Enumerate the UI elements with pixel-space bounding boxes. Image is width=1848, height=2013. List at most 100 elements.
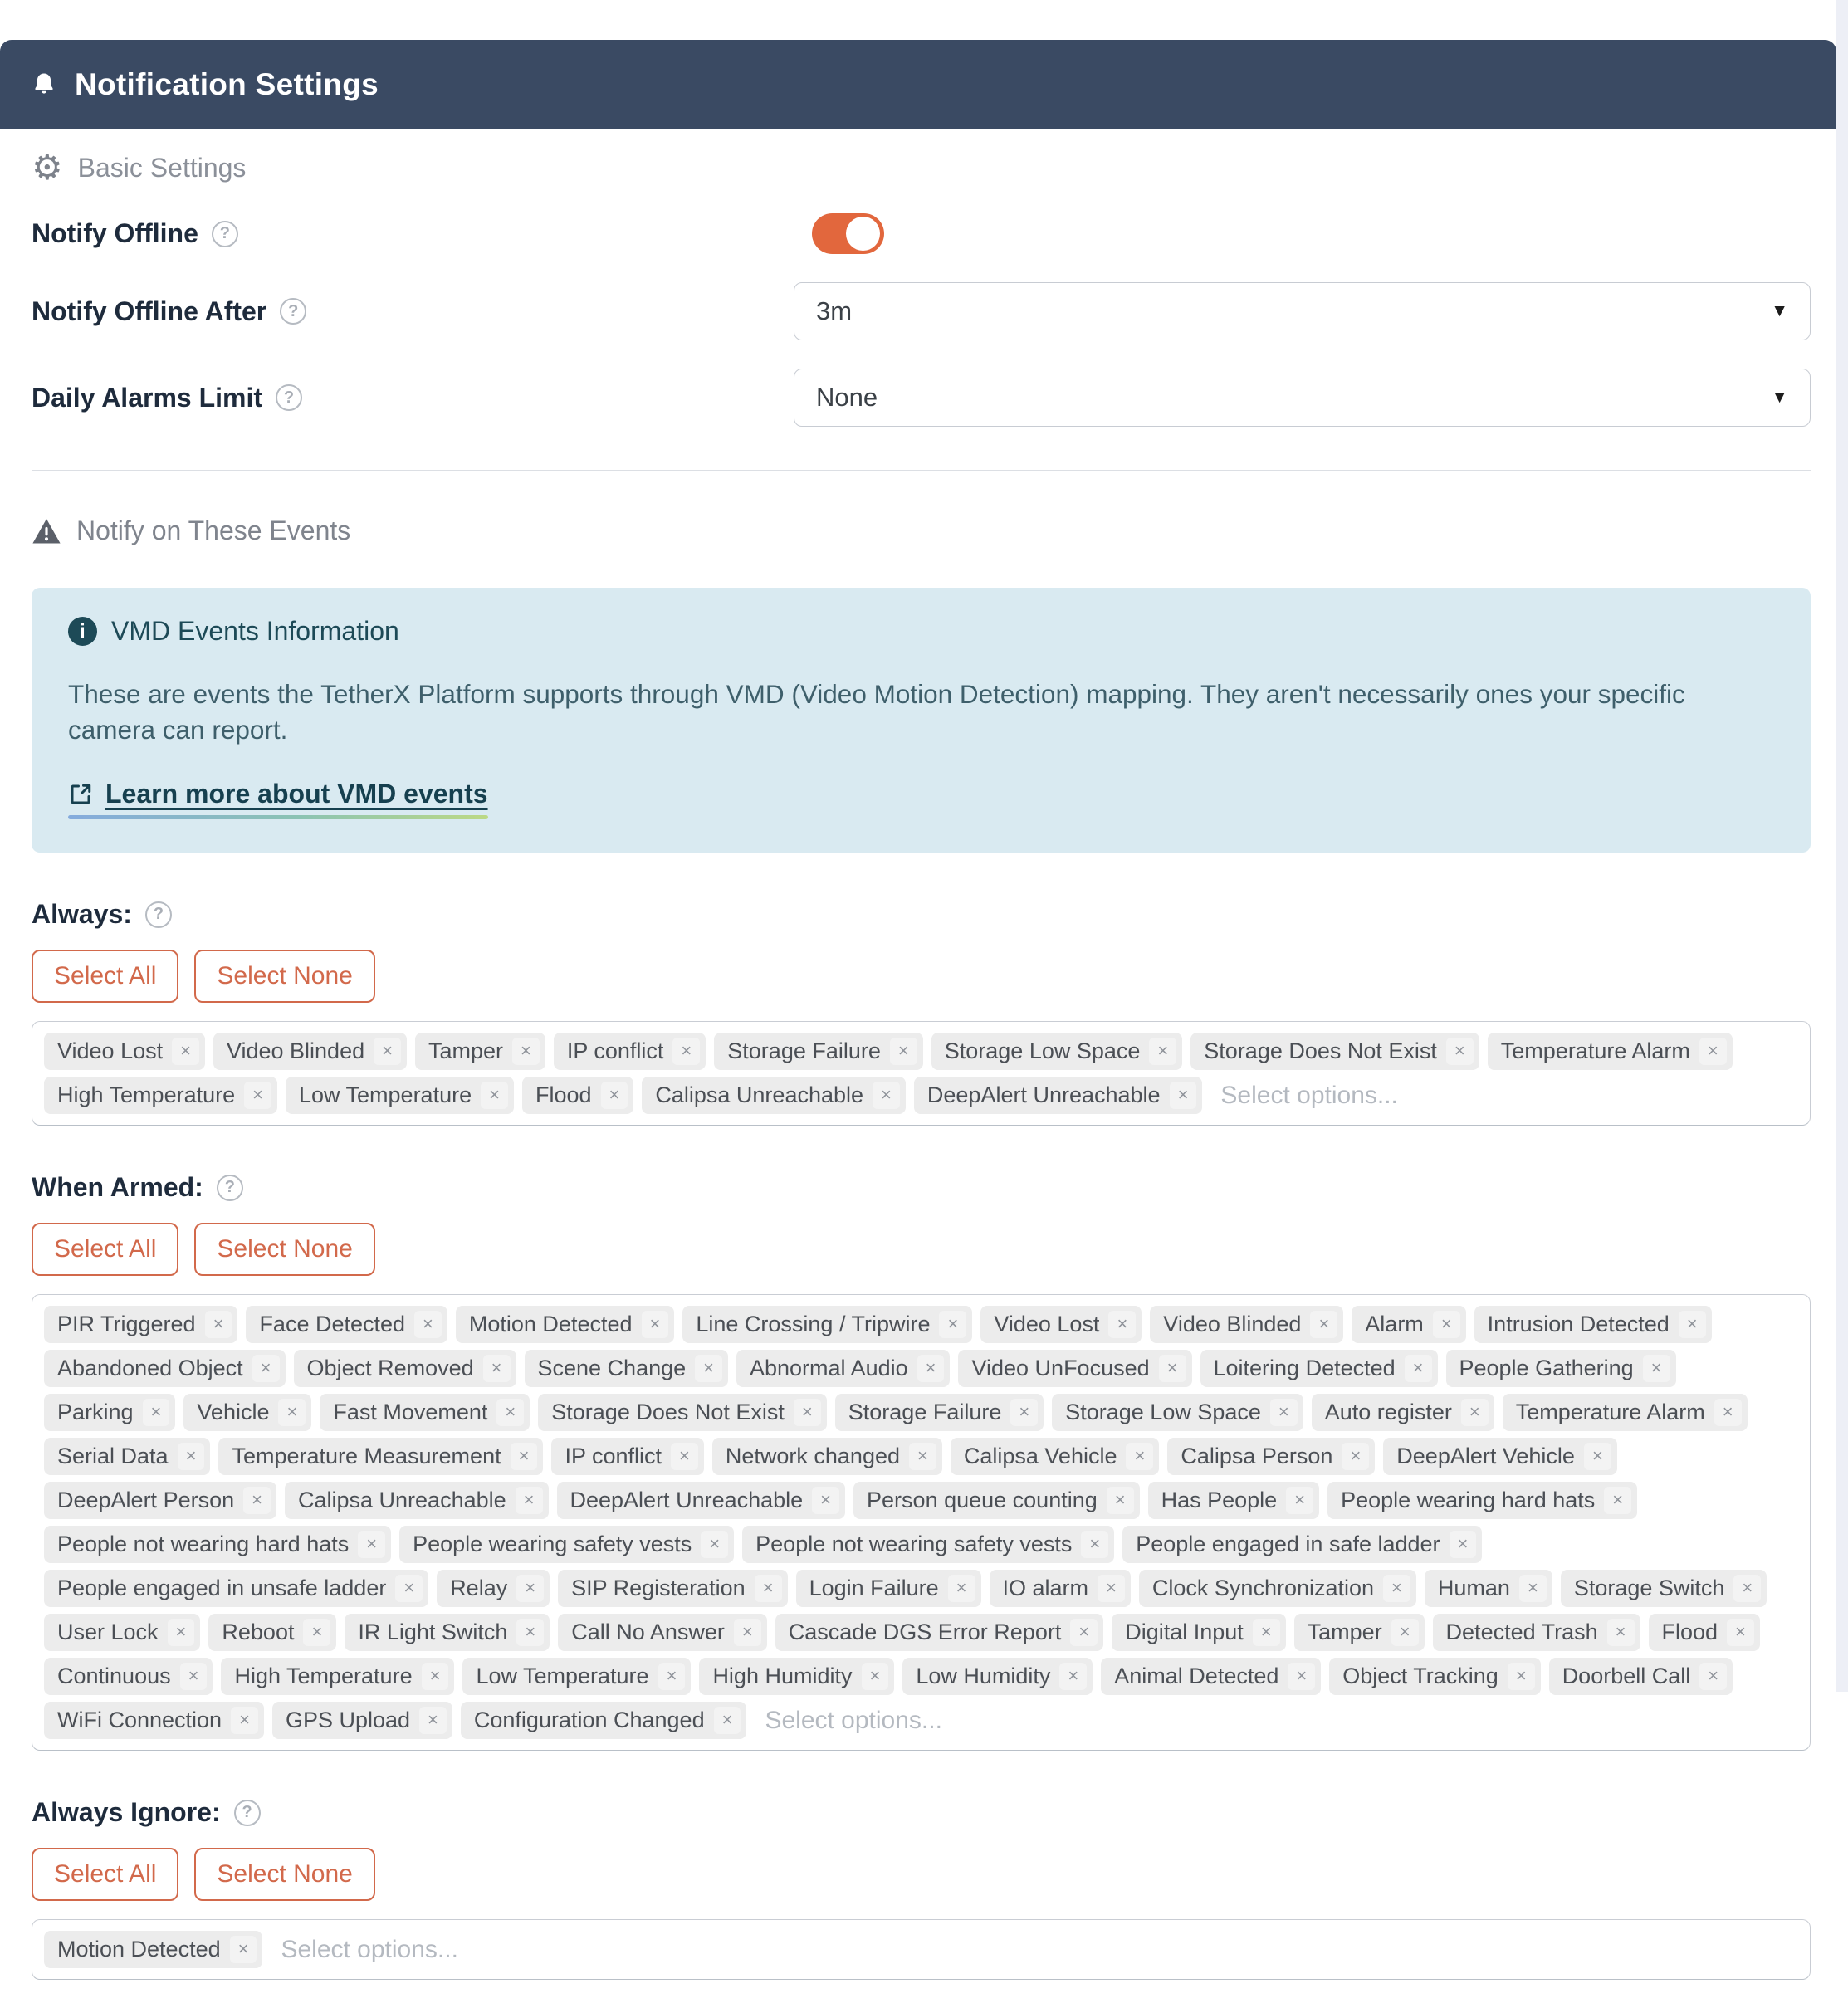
help-icon[interactable]: ? [280,298,306,325]
remove-tag-icon[interactable]: × [231,1707,258,1734]
help-icon[interactable]: ? [212,221,238,247]
remove-tag-icon[interactable]: × [481,1082,508,1109]
remove-tag-icon[interactable]: × [180,1663,208,1690]
remove-tag-icon[interactable]: × [511,1443,538,1470]
remove-tag-icon[interactable]: × [917,1355,945,1382]
always-select-all-button[interactable]: Select All [32,950,178,1003]
remove-tag-icon[interactable]: × [1070,1619,1098,1646]
remove-tag-icon[interactable]: × [278,1399,306,1426]
remove-tag-icon[interactable]: × [512,1038,540,1065]
remove-tag-icon[interactable]: × [862,1663,889,1690]
remove-tag-icon[interactable]: × [422,1663,449,1690]
remove-tag-icon[interactable]: × [1108,1311,1136,1338]
remove-tag-icon[interactable]: × [1508,1663,1535,1690]
remove-tag-icon[interactable]: × [939,1311,966,1338]
remove-tag-icon[interactable]: × [1433,1311,1460,1338]
when-armed-select-all-button[interactable]: Select All [32,1223,178,1276]
remove-tag-icon[interactable]: × [230,1936,257,1963]
remove-tag-icon[interactable]: × [812,1487,839,1514]
always-multiselect[interactable]: Video Lost × Video Blinded × Tamper × [32,1021,1811,1126]
remove-tag-icon[interactable]: × [734,1619,761,1646]
remove-tag-icon[interactable]: × [205,1311,232,1338]
remove-tag-icon[interactable]: × [1699,1663,1727,1690]
remove-tag-icon[interactable]: × [672,1038,700,1065]
help-icon[interactable]: ? [234,1800,261,1826]
remove-tag-icon[interactable]: × [909,1443,936,1470]
remove-tag-icon[interactable]: × [143,1399,170,1426]
remove-tag-icon[interactable]: × [1733,1575,1761,1602]
remove-tag-icon[interactable]: × [1405,1355,1432,1382]
remove-tag-icon[interactable]: × [714,1707,741,1734]
remove-tag-icon[interactable]: × [1699,1038,1727,1065]
remove-tag-icon[interactable]: × [516,1575,544,1602]
always-ignore-select-all-button[interactable]: Select All [32,1848,178,1901]
vmd-learn-more-link[interactable]: Learn more about VMD events [68,779,488,819]
remove-tag-icon[interactable]: × [1098,1575,1125,1602]
remove-tag-icon[interactable]: × [172,1038,199,1065]
remove-tag-icon[interactable]: × [516,1619,544,1646]
remove-tag-icon[interactable]: × [1059,1663,1087,1690]
remove-tag-icon[interactable]: × [695,1355,722,1382]
remove-tag-icon[interactable]: × [1450,1531,1477,1558]
remove-tag-icon[interactable]: × [1253,1619,1280,1646]
remove-tag-icon[interactable]: × [701,1531,728,1558]
remove-tag-icon[interactable]: × [1446,1038,1474,1065]
remove-tag-icon[interactable]: × [671,1443,698,1470]
always-ignore-select-none-button[interactable]: Select None [194,1848,374,1901]
when-armed-multiselect[interactable]: PIR Triggered × Face Detected × Motion D… [32,1294,1811,1751]
remove-tag-icon[interactable]: × [252,1355,280,1382]
remove-tag-icon[interactable]: × [1604,1487,1631,1514]
help-icon[interactable]: ? [217,1175,243,1201]
remove-tag-icon[interactable]: × [658,1663,686,1690]
notify-offline-toggle[interactable] [812,213,884,254]
remove-tag-icon[interactable]: × [1126,1443,1153,1470]
remove-tag-icon[interactable]: × [1010,1399,1038,1426]
remove-tag-icon[interactable]: × [1584,1443,1611,1470]
remove-tag-icon[interactable]: × [890,1038,917,1065]
remove-tag-icon[interactable]: × [419,1707,447,1734]
remove-tag-icon[interactable]: × [1159,1355,1186,1382]
remove-tag-icon[interactable]: × [755,1575,782,1602]
remove-tag-icon[interactable]: × [642,1311,669,1338]
remove-tag-icon[interactable]: × [243,1487,271,1514]
remove-tag-icon[interactable]: × [374,1038,401,1065]
remove-tag-icon[interactable]: × [244,1082,271,1109]
remove-tag-icon[interactable]: × [1679,1311,1706,1338]
when-armed-select-none-button[interactable]: Select None [194,1223,374,1276]
remove-tag-icon[interactable]: × [303,1619,330,1646]
always-select-none-button[interactable]: Select None [194,950,374,1003]
remove-tag-icon[interactable]: × [395,1575,423,1602]
remove-tag-icon[interactable]: × [1383,1575,1410,1602]
remove-tag-icon[interactable]: × [358,1531,385,1558]
remove-tag-icon[interactable]: × [1310,1311,1337,1338]
remove-tag-icon[interactable]: × [1519,1575,1547,1602]
remove-tag-icon[interactable]: × [516,1487,543,1514]
remove-tag-icon[interactable]: × [1342,1443,1369,1470]
remove-tag-icon[interactable]: × [601,1082,628,1109]
remove-tag-icon[interactable]: × [1149,1038,1176,1065]
help-icon[interactable]: ? [145,901,172,928]
always-ignore-multiselect[interactable]: Motion Detected × Select options... [32,1919,1811,1980]
remove-tag-icon[interactable]: × [1391,1619,1419,1646]
remove-tag-icon[interactable]: × [1170,1082,1197,1109]
remove-tag-icon[interactable]: × [1643,1355,1670,1382]
remove-tag-icon[interactable]: × [948,1575,975,1602]
remove-tag-icon[interactable]: × [1081,1531,1108,1558]
remove-tag-icon[interactable]: × [1714,1399,1742,1426]
remove-tag-icon[interactable]: × [1288,1663,1315,1690]
remove-tag-icon[interactable]: × [794,1399,821,1426]
remove-tag-icon[interactable]: × [873,1082,900,1109]
remove-tag-icon[interactable]: × [1607,1619,1635,1646]
remove-tag-icon[interactable]: × [1107,1487,1134,1514]
daily-alarms-limit-select[interactable]: None ▼ [794,369,1811,427]
remove-tag-icon[interactable]: × [1286,1487,1313,1514]
remove-tag-icon[interactable]: × [178,1443,205,1470]
remove-tag-icon[interactable]: × [1270,1399,1298,1426]
help-icon[interactable]: ? [276,384,302,411]
remove-tag-icon[interactable]: × [414,1311,442,1338]
remove-tag-icon[interactable]: × [496,1399,524,1426]
notify-offline-after-select[interactable]: 3m ▼ [794,282,1811,340]
remove-tag-icon[interactable]: × [1727,1619,1754,1646]
remove-tag-icon[interactable]: × [168,1619,195,1646]
remove-tag-icon[interactable]: × [483,1355,511,1382]
